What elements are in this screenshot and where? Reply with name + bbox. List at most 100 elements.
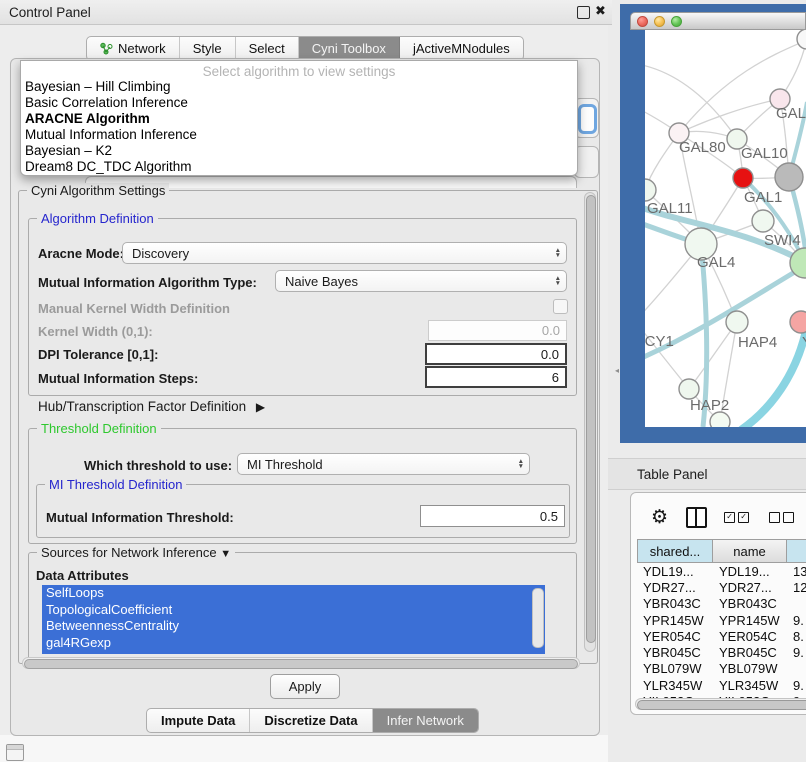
mi-threshold-group-title: MI Threshold Definition	[45, 477, 186, 492]
zoom-traffic-light-icon[interactable]	[671, 16, 682, 27]
table-cell: YBL079W	[637, 661, 713, 676]
tab-network[interactable]: Network	[87, 37, 180, 60]
network-window-titlebar[interactable]	[630, 12, 806, 30]
kernel-width-label: Kernel Width (0,1):	[38, 324, 153, 339]
network-node-hap4[interactable]	[726, 311, 748, 333]
attr-list-scrollbar[interactable]	[532, 588, 544, 648]
dpi-tolerance-label: DPI Tolerance [0,1]:	[38, 347, 158, 362]
algorithm-item[interactable]: Bayesian – K2	[24, 143, 574, 159]
algorithm-item[interactable]: Bayesian – Hill Climbing	[24, 79, 574, 95]
control-panel-title: Control Panel	[9, 5, 91, 20]
table-row[interactable]: YPR145WYPR145W9.	[637, 612, 806, 628]
close-traffic-light-icon[interactable]	[637, 16, 648, 27]
table-panel-title: Table Panel	[637, 467, 708, 482]
node-table: shared...name YDL19...YDL19...13YDR27...…	[637, 539, 806, 710]
table-row[interactable]: YBR045CYBR045C9.	[637, 644, 806, 660]
algorithm-item[interactable]: ARACNE Algorithm	[24, 111, 574, 127]
tab-cyni-toolbox[interactable]: Cyni Toolbox	[299, 37, 400, 60]
expand-right-icon[interactable]: ▶	[256, 400, 265, 414]
stepper-icon: ▲▼	[555, 271, 561, 291]
apply-button[interactable]: Apply	[270, 674, 340, 699]
tab-impute-data[interactable]: Impute Data	[147, 709, 250, 732]
table-cell: YER054C	[637, 629, 713, 644]
mi-steps-field[interactable]: 6	[425, 366, 567, 388]
attribute-item[interactable]: gal4RGexp	[42, 635, 545, 652]
table-panel-titlebar: Table Panel	[608, 458, 806, 490]
table-cell: YDL19...	[637, 564, 713, 579]
dpi-tolerance-field[interactable]: 0.0	[425, 343, 567, 365]
network-node-y[interactable]	[790, 311, 806, 333]
algorithm-item[interactable]: Basic Correlation Inference	[24, 95, 574, 111]
algorithm-item[interactable]: Dream8 DC_TDC Algorithm	[24, 159, 574, 175]
table-cell: 9.	[787, 613, 806, 628]
gear-icon[interactable]: ⚙	[651, 506, 668, 529]
close-icon[interactable]: ✖	[595, 3, 606, 19]
aracne-mode-select[interactable]: Discovery ▲▼	[122, 242, 567, 264]
attribute-item[interactable]: BetweennessCentrality	[42, 618, 545, 635]
table-row[interactable]: YDR27...YDR27...12	[637, 579, 806, 595]
table-row[interactable]: YLR345WYLR345W9.	[637, 677, 806, 693]
network-node-swi4[interactable]	[752, 210, 774, 232]
node-label: GAL4	[697, 254, 735, 271]
settings-horizontal-scrollbar[interactable]	[22, 657, 580, 669]
table-cell: 13	[787, 564, 806, 579]
table-row[interactable]: YER054CYER054C8.	[637, 628, 806, 644]
settings-vertical-scrollbar[interactable]	[584, 192, 596, 652]
node-label: HAP2	[690, 397, 729, 414]
table-cell: YBR045C	[637, 645, 713, 660]
mi-type-select[interactable]: Naive Bayes ▲▼	[275, 270, 567, 292]
network-node-hap2[interactable]	[679, 379, 699, 399]
node-label: SWI4	[764, 232, 801, 249]
tab-discretize-data[interactable]: Discretize Data	[250, 709, 372, 732]
table-horizontal-scrollbar[interactable]	[635, 698, 806, 710]
mi-threshold-label: Mutual Information Threshold:	[46, 510, 234, 525]
network-node[interactable]	[797, 30, 806, 49]
algorithm-dropdown: Select algorithm to view settingsBayesia…	[20, 60, 578, 176]
table-row[interactable]: YDL19...YDL19...13	[637, 563, 806, 579]
minimize-traffic-light-icon[interactable]	[654, 16, 665, 27]
tab-style[interactable]: Style	[180, 37, 236, 60]
algorithm-item[interactable]: Mutual Information Inference	[24, 127, 574, 143]
manual-kernel-checkbox[interactable]	[553, 299, 568, 314]
aracne-mode-label: Aracne Mode:	[38, 246, 124, 261]
which-threshold-select[interactable]: MI Threshold ▲▼	[237, 453, 530, 475]
columns-icon[interactable]	[686, 507, 707, 528]
attribute-item[interactable]: TopologicalCoefficient	[42, 602, 545, 619]
node-label: GCY1	[645, 333, 674, 350]
attribute-item[interactable]: SelfLoops	[42, 585, 545, 602]
deselect-all-columns-icon[interactable]	[769, 512, 797, 523]
tab-jactivemnodules[interactable]: jActiveMNodules	[400, 37, 523, 60]
threshold-definition-title: Threshold Definition	[37, 421, 161, 436]
table-cell: YPR145W	[637, 613, 713, 628]
column-header[interactable]	[787, 539, 806, 563]
network-node[interactable]	[710, 412, 730, 427]
network-node-gal1[interactable]	[733, 168, 753, 188]
column-header[interactable]: name	[713, 539, 787, 563]
collapse-down-icon[interactable]: ▼	[220, 548, 231, 560]
table-cell: 9.	[787, 645, 806, 660]
network-view-canvas[interactable]: GALGAL80GAL10GAL1GAL11SWI4GAL4GCY1HAP4YH…	[645, 30, 806, 427]
mi-steps-label: Mutual Information Steps:	[38, 371, 198, 386]
network-graph: GALGAL80GAL10GAL1GAL11SWI4GAL4GCY1HAP4YH…	[645, 30, 806, 427]
table-cell: YBR043C	[713, 596, 787, 611]
hub-definition-toggle[interactable]: Hub/Transcription Factor Definition ▶	[38, 399, 265, 414]
panel-splitter-handle[interactable]: ◂	[615, 366, 620, 375]
mi-threshold-field[interactable]: 0.5	[420, 505, 565, 527]
cyni-algorithm-settings-title: Cyni Algorithm Settings	[27, 183, 169, 198]
data-attributes-list[interactable]: SelfLoopsTopologicalCoefficientBetweenne…	[42, 585, 545, 654]
float-icon[interactable]	[577, 6, 590, 19]
table-cell: 12	[787, 580, 806, 595]
table-row[interactable]: YBR043CYBR043C	[637, 596, 806, 612]
network-node[interactable]	[775, 163, 803, 191]
table-cell: YBR043C	[637, 596, 713, 611]
table-row[interactable]: YBL079WYBL079W	[637, 661, 806, 677]
tab-infer-network[interactable]: Infer Network	[373, 709, 478, 732]
column-header[interactable]: shared...	[637, 539, 713, 563]
tab-select[interactable]: Select	[236, 37, 299, 60]
node-label: Y	[802, 334, 806, 351]
select-all-columns-icon[interactable]: ✓✓	[724, 512, 752, 523]
minimized-panel-icon[interactable]	[6, 744, 24, 761]
table-cell: YLR345W	[637, 678, 713, 693]
data-attributes-label: Data Attributes	[36, 568, 129, 583]
kernel-width-field[interactable]: 0.0	[428, 320, 567, 341]
